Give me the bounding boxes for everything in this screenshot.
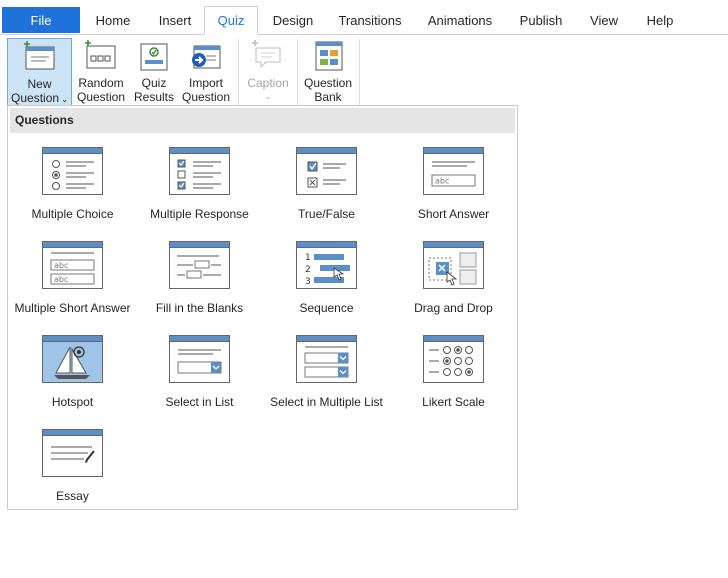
tab-view[interactable]: View [582, 7, 626, 33]
select-in-multiple-list-icon [296, 335, 357, 383]
likert-scale-icon [423, 335, 484, 383]
quiz-results-label-1: Quiz [141, 76, 167, 90]
multiple-choice-item[interactable]: Multiple Choice [9, 144, 136, 234]
select-in-multiple-list-label: Select in Multiple List [270, 395, 383, 409]
sequence-icon: 1 2 3 [296, 241, 357, 289]
select-in-list-icon [169, 335, 230, 383]
quiz-results-button[interactable]: Quiz Results [133, 38, 175, 104]
short-answer-item[interactable]: abc Short Answer [390, 144, 517, 234]
multiple-short-answer-label: Multiple Short Answer [14, 301, 131, 315]
abc-text: abc [54, 275, 68, 284]
multiple-short-answer-icon: abc abc [42, 241, 103, 289]
chevron-down-icon[interactable]: ⌄ [243, 90, 293, 104]
question-bank-label-2: Bank [314, 90, 342, 104]
fill-in-the-blanks-icon [169, 241, 230, 289]
likert-scale-item[interactable]: Likert Scale [390, 332, 517, 422]
true-false-label: True/False [298, 207, 355, 221]
multiple-short-answer-item[interactable]: abc abc Multiple Short Answer [9, 238, 136, 328]
chevron-down-icon[interactable]: ⌄ [59, 95, 68, 104]
drag-and-drop-icon [423, 241, 484, 289]
new-question-button[interactable]: New Question ⌄ [7, 38, 72, 106]
questions-dropdown: Questions Multiple Choice Multiple Respo… [7, 105, 518, 510]
abc-text: abc [54, 261, 68, 270]
essay-icon [42, 429, 103, 477]
random-question-button[interactable]: Random Question [75, 38, 127, 104]
multiple-choice-icon [42, 147, 103, 195]
multiple-response-item[interactable]: Multiple Response [136, 144, 263, 234]
sequence-label: Sequence [299, 301, 354, 315]
tab-design[interactable]: Design [262, 7, 324, 33]
quiz-results-icon [136, 40, 172, 72]
seq-number: 3 [305, 277, 311, 287]
tab-transitions[interactable]: Transitions [330, 7, 410, 33]
tab-help[interactable]: Help [636, 7, 684, 33]
tab-publish[interactable]: Publish [510, 7, 572, 33]
true-false-icon [296, 147, 357, 195]
random-question-label-1: Random [78, 76, 124, 90]
import-question-button[interactable]: Import Question [180, 38, 232, 104]
short-answer-label: Short Answer [417, 207, 490, 221]
question-bank-label-1: Question [303, 76, 353, 90]
select-in-list-label: Select in List [165, 395, 234, 409]
tab-home[interactable]: Home [84, 7, 142, 33]
questions-header: Questions [10, 108, 515, 133]
fill-in-the-blanks-label: Fill in the Blanks [155, 301, 244, 315]
essay-label: Essay [56, 489, 89, 503]
hotspot-label: Hotspot [51, 395, 94, 409]
tab-file[interactable]: File [2, 7, 80, 33]
caption-label: Caption [247, 76, 289, 90]
new-question-label-1: New [27, 77, 52, 91]
new-question-icon [22, 41, 58, 73]
ribbon-separator [359, 39, 360, 105]
caption-button[interactable]: Caption ⌄ [243, 38, 293, 104]
multiple-response-label: Multiple Response [150, 207, 249, 221]
import-question-label-2: Question [181, 90, 231, 104]
seq-number: 2 [305, 265, 311, 275]
seq-number: 1 [305, 253, 311, 263]
select-in-list-item[interactable]: Select in List [136, 332, 263, 422]
ribbon-separator [297, 39, 298, 105]
likert-scale-label: Likert Scale [422, 395, 485, 409]
fill-in-the-blanks-item[interactable]: Fill in the Blanks [136, 238, 263, 328]
tab-animations[interactable]: Animations [418, 7, 502, 33]
quiz-results-label-2: Results [133, 90, 174, 104]
essay-item[interactable]: Essay [9, 426, 136, 516]
tab-insert[interactable]: Insert [146, 7, 204, 33]
question-bank-icon [310, 40, 346, 72]
ribbon: New Question ⌄ Random Question Quiz Resu… [0, 35, 728, 106]
random-question-icon [83, 40, 119, 72]
ribbon-tab-bar: File Home Insert Quiz Design Transitions… [0, 0, 728, 35]
sequence-item[interactable]: 1 2 3 Sequence [263, 238, 390, 328]
multiple-choice-label: Multiple Choice [31, 207, 114, 221]
ribbon-separator [238, 39, 239, 105]
hotspot-icon [42, 335, 103, 383]
hotspot-item[interactable]: Hotspot [9, 332, 136, 422]
import-question-icon [188, 40, 224, 72]
tab-quiz[interactable]: Quiz [204, 6, 258, 35]
drag-and-drop-item[interactable]: Drag and Drop [390, 238, 517, 328]
multiple-response-icon [169, 147, 230, 195]
short-answer-icon: abc [423, 147, 484, 195]
abc-text: abc [435, 177, 449, 186]
caption-icon [250, 40, 286, 72]
question-bank-button[interactable]: Question Bank [302, 38, 354, 104]
select-in-multiple-list-item[interactable]: Select in Multiple List [263, 332, 390, 422]
drag-and-drop-label: Drag and Drop [414, 301, 493, 315]
random-question-label-2: Question [76, 90, 126, 104]
true-false-item[interactable]: True/False [263, 144, 390, 234]
import-question-label-1: Import [188, 76, 223, 90]
